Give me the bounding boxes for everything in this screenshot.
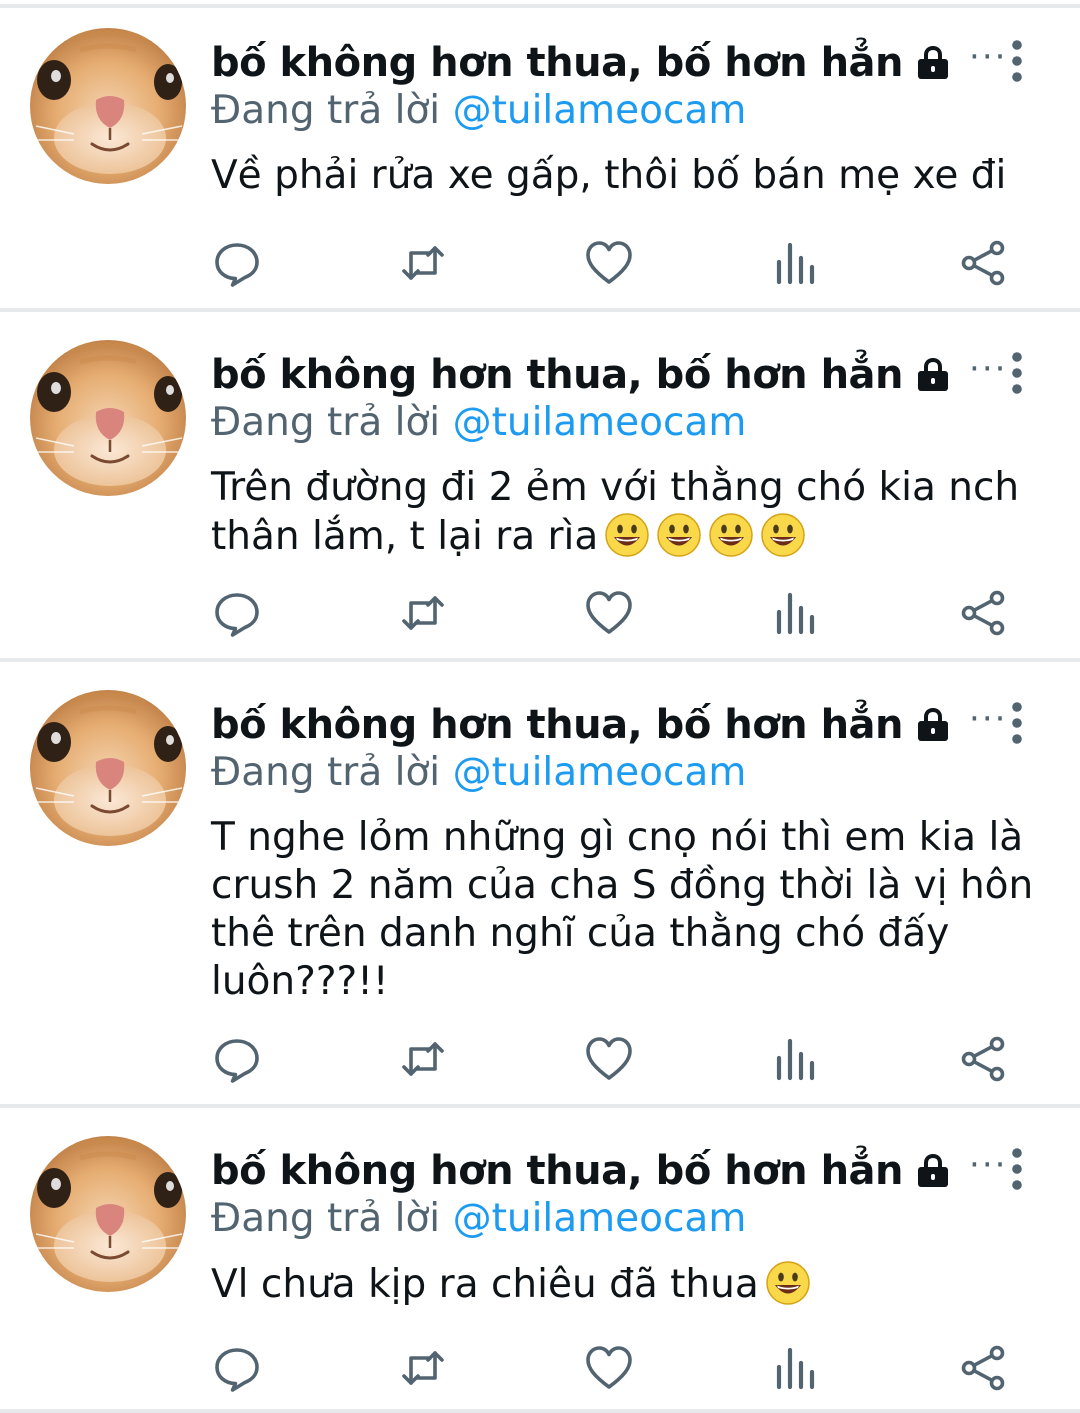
grinning-face-emoji <box>765 1260 811 1306</box>
reply-handle-link[interactable]: @tuilameocam <box>453 88 747 133</box>
share-icon[interactable] <box>958 1034 1008 1084</box>
avatar[interactable] <box>30 690 186 846</box>
views-icon[interactable] <box>770 588 820 638</box>
retweet-icon[interactable] <box>398 588 448 638</box>
lock-icon <box>913 355 953 395</box>
share-icon[interactable] <box>958 1343 1008 1393</box>
like-icon[interactable] <box>584 1034 634 1084</box>
reply-handle-link[interactable]: @tuilameocam <box>453 400 747 445</box>
replying-to: Đang trả lời @tuilameocam <box>211 750 746 795</box>
tweet[interactable]: bố không hơn thua, bố hơn hẳn ··· Đang trả… <box>0 1108 1080 1413</box>
grinning-face-emoji <box>656 512 702 558</box>
replying-to-label: Đang trả lời <box>211 1196 441 1241</box>
replying-to: Đang trả lời @tuilameocam <box>211 1196 746 1241</box>
views-icon[interactable] <box>770 1034 820 1084</box>
tweet-header: bố không hơn thua, bố hơn hẳn ··· <box>211 697 1007 753</box>
retweet-icon[interactable] <box>398 1343 448 1393</box>
like-icon[interactable] <box>584 588 634 638</box>
display-name[interactable]: bố không hơn thua, bố hơn hẳn <box>211 1148 904 1194</box>
share-icon[interactable] <box>958 238 1008 288</box>
avatar[interactable] <box>30 1136 186 1292</box>
tweet[interactable]: bố không hơn thua, bố hơn hẳn ··· Đang trả… <box>0 312 1080 658</box>
lock-icon <box>913 1151 953 1191</box>
tweet-text: Về phải rửa xe gấp, thôi bố bán mẹ xe đi <box>211 152 1051 200</box>
replying-to-label: Đang trả lời <box>211 750 441 795</box>
views-icon[interactable] <box>770 1343 820 1393</box>
more-vertical-icon[interactable] <box>1000 702 1034 746</box>
replying-to: Đang trả lời @tuilameocam <box>211 88 746 133</box>
grinning-face-emoji <box>760 512 806 558</box>
avatar[interactable] <box>30 340 186 496</box>
tweet-text: T nghe lỏm những gì cnọ nói thì em kia l… <box>211 814 1051 1006</box>
display-name[interactable]: bố không hơn thua, bố hơn hẳn <box>211 40 904 86</box>
replying-to-label: Đang trả lời <box>211 88 441 133</box>
tweet[interactable]: bố không hơn thua, bố hơn hẳn ··· Đang trả… <box>0 0 1080 308</box>
display-name[interactable]: bố không hơn thua, bố hơn hẳn <box>211 352 904 398</box>
retweet-icon[interactable] <box>398 1034 448 1084</box>
share-icon[interactable] <box>958 588 1008 638</box>
views-icon[interactable] <box>770 238 820 288</box>
tweet-text-body: T nghe lỏm những gì cnọ nói thì em kia l… <box>211 815 1034 1004</box>
replying-to-label: Đang trả lời <box>211 400 441 445</box>
like-icon[interactable] <box>584 238 634 288</box>
tweet-header: bố không hơn thua, bố hơn hẳn ··· <box>211 347 1007 403</box>
tweet-text-body: Vl chưa kịp ra chiêu đã thua <box>211 1262 759 1307</box>
grinning-face-emoji <box>604 512 650 558</box>
replying-to: Đang trả lời @tuilameocam <box>211 400 746 445</box>
lock-icon <box>913 43 953 83</box>
tweet-header: bố không hơn thua, bố hơn hẳn ··· <box>211 35 1007 91</box>
tweet-text: Vl chưa kịp ra chiêu đã thua <box>211 1260 1051 1309</box>
tweet-text: Trên đường đi 2 ẻm với thằng chó kia nch… <box>211 464 1051 561</box>
more-vertical-icon[interactable] <box>1000 352 1034 396</box>
grinning-face-emoji <box>708 512 754 558</box>
tweet[interactable]: bố không hơn thua, bố hơn hẳn ··· Đang trả… <box>0 662 1080 1104</box>
tweet-header: bố không hơn thua, bố hơn hẳn ··· <box>211 1143 1007 1199</box>
lock-icon <box>913 705 953 745</box>
reply-icon[interactable] <box>212 1343 262 1393</box>
avatar[interactable] <box>30 28 186 184</box>
reply-handle-link[interactable]: @tuilameocam <box>453 750 747 795</box>
retweet-icon[interactable] <box>398 238 448 288</box>
reply-handle-link[interactable]: @tuilameocam <box>453 1196 747 1241</box>
like-icon[interactable] <box>584 1343 634 1393</box>
tweet-text-body: Về phải rửa xe gấp, thôi bố bán mẹ xe đi <box>211 153 1007 198</box>
reply-icon[interactable] <box>212 588 262 638</box>
display-name[interactable]: bố không hơn thua, bố hơn hẳn <box>211 702 904 748</box>
reply-icon[interactable] <box>212 238 262 288</box>
more-vertical-icon[interactable] <box>1000 1148 1034 1192</box>
reply-icon[interactable] <box>212 1034 262 1084</box>
tweet-feed: bố không hơn thua, bố hơn hẳn ··· Đang trả… <box>0 0 1080 1413</box>
more-vertical-icon[interactable] <box>1000 40 1034 84</box>
